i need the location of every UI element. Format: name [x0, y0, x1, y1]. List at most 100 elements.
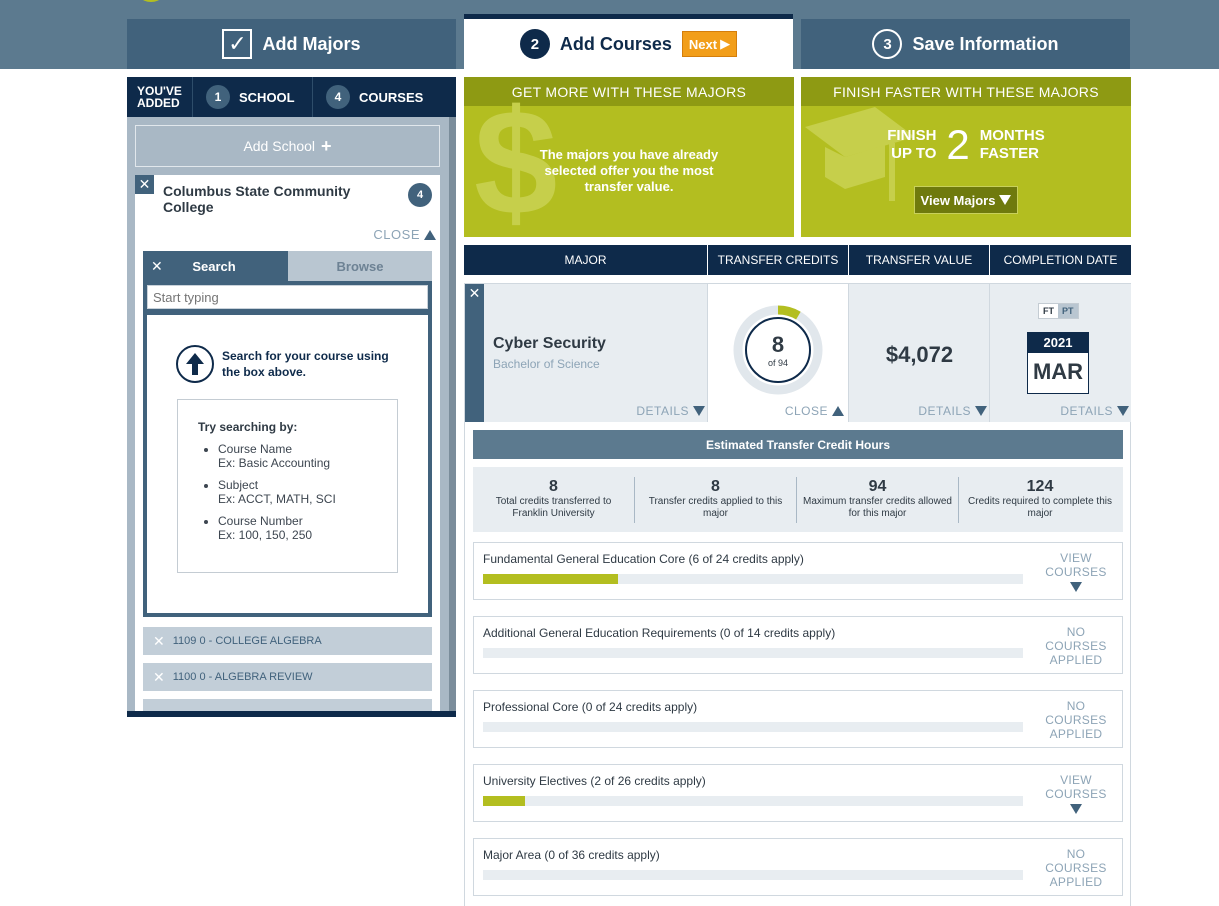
arrow-up-icon [176, 345, 214, 383]
requirement-row: Professional Core (0 of 24 credits apply… [473, 690, 1123, 748]
no-courses-status: NO COURSES APPLIED [1045, 699, 1107, 741]
col-major: MAJOR [464, 245, 708, 275]
search-tip: Course NameEx: Basic Accounting [218, 442, 397, 470]
check-icon: ✓ [222, 29, 253, 59]
transfer-value: $4,072 [885, 342, 954, 367]
major-details-link[interactable]: DETAILS [636, 404, 705, 418]
close-label: CLOSE [373, 227, 420, 242]
finish-faster-summary: FINISH UP TO 2 MONTHS FASTER [887, 121, 1045, 168]
caret-down-icon [693, 406, 705, 416]
ft-pt-toggle[interactable]: FT PT [1038, 303, 1079, 319]
requirement-row: University Electives (2 of 26 credits ap… [473, 764, 1123, 822]
col-transfer-credits: TRANSFER CREDITS [708, 245, 849, 275]
close-school-link[interactable]: CLOSE [373, 227, 436, 242]
requirement-row: Major Area (0 of 36 credits apply) NO CO… [473, 838, 1123, 896]
credits-max: of 94 [767, 358, 789, 368]
course-item[interactable]: ✕ 1100 0 - ALGEBRA REVIEW [143, 663, 432, 691]
calendar-icon: 2021 MAR [1027, 332, 1089, 394]
step-number: 3 [872, 29, 903, 59]
credits-close-link[interactable]: CLOSE [785, 404, 844, 418]
requirement-progress-fill [483, 796, 525, 806]
course-search-input[interactable] [147, 285, 428, 309]
stat-item: 124 Credits required to complete this maj… [968, 477, 1112, 519]
course-item[interactable]: ✕ 1109 0 - COLLEGE ALGEBRA [143, 627, 432, 655]
credits-ring: 8 of 94 [732, 304, 824, 396]
more-value-promo: GET MORE WITH THESE MAJORS $ The majors … [464, 77, 794, 237]
col-completion-date: COMPLETION DATE [1003, 253, 1118, 267]
caret-down-icon [1070, 582, 1082, 592]
completion-cell: FT PT 2021 MAR DETAILS [990, 284, 1131, 422]
requirement-progress [483, 648, 1023, 658]
major-row: ✕ Cyber Security Bachelor of Science DET… [464, 283, 1131, 423]
completion-year: 2021 [1028, 333, 1088, 353]
view-majors-button[interactable]: View Majors [914, 186, 1018, 214]
tab-browse[interactable]: Browse [288, 251, 432, 281]
requirement-progress [483, 574, 1023, 584]
next-label: Next [688, 36, 718, 52]
search-hint: Search for your course using the box abo… [222, 349, 389, 379]
step-save-information[interactable]: 3 Save Information [801, 19, 1130, 69]
add-school-button[interactable]: Add School + [135, 125, 440, 167]
tab-search-label: Search [192, 258, 236, 274]
added-school-tab[interactable]: 1 SCHOOL [193, 77, 313, 117]
remove-course-icon[interactable]: ✕ [153, 669, 165, 686]
added-summary-bar: YOU'VE ADDED 1 SCHOOL 4 COURSES [127, 77, 456, 117]
search-tips-list: Course NameEx: Basic Accounting SubjectE… [198, 442, 397, 542]
majors-table-header: MAJOR TRANSFER CREDITS TRANSFER VALUE CO… [464, 245, 1131, 275]
step-add-courses-label: Add Courses [559, 33, 672, 54]
stat-item: 8 Total credits transferred to Franklin U… [473, 476, 635, 523]
step-add-majors[interactable]: ✓ Add Majors [127, 19, 456, 69]
added-courses-tab[interactable]: 4 COURSES [313, 77, 453, 117]
close-icon[interactable]: ✕ [151, 258, 163, 275]
school-count-badge: 1 [206, 85, 230, 109]
scrollbar[interactable] [449, 117, 456, 711]
no-courses-status: NO COURSES APPLIED [1045, 625, 1107, 667]
course-label: 1109 0 - COLLEGE ALGEBRA [172, 635, 322, 647]
added-title: YOU'VE ADDED [127, 77, 193, 117]
caret-up-icon [424, 229, 436, 240]
requirement-row: Fundamental General Education Core (6 of… [473, 542, 1123, 600]
add-school-label: Add School [243, 138, 316, 154]
play-icon: ▶ [720, 36, 731, 51]
courses-label: COURSES [359, 89, 424, 105]
requirement-progress [483, 722, 1023, 732]
value-details-link[interactable]: DETAILS [918, 404, 987, 418]
transfer-value-cell: $4,072 DETAILS [849, 284, 990, 422]
search-tips-title: Try searching by: [198, 420, 298, 434]
caret-up-icon [832, 406, 844, 416]
major-name: Cyber Security [493, 335, 606, 352]
requirement-title: University Electives (2 of 26 credits ap… [483, 774, 706, 788]
full-time-option[interactable]: FT [1039, 304, 1058, 318]
transfer-credits-cell: 8 of 94 CLOSE [708, 284, 849, 422]
remove-course-icon[interactable]: ✕ [153, 633, 165, 650]
remove-school-icon[interactable]: ✕ [135, 175, 154, 194]
caret-down-icon [1070, 804, 1082, 814]
next-button[interactable]: Next ▶ [681, 31, 738, 57]
requirement-row: Additional General Education Requirement… [473, 616, 1123, 674]
step-add-courses[interactable]: 2 Add Courses Next ▶ [464, 14, 793, 69]
school-card: ✕ Columbus State Community College 4 CLO… [135, 175, 440, 711]
requirement-title: Fundamental General Education Core (6 of… [483, 552, 804, 566]
view-courses-link[interactable]: VIEW COURSES [1044, 551, 1108, 592]
completion-details-link[interactable]: DETAILS [1060, 404, 1129, 418]
school-label: SCHOOL [239, 89, 295, 105]
step-number: 2 [519, 29, 550, 59]
credits-value: 8 [771, 332, 785, 357]
finish-faster-promo: FINISH FASTER WITH THESE MAJORS FINISH UP… [801, 77, 1131, 237]
tab-search[interactable]: ✕ Search [143, 251, 285, 281]
major-degree: Bachelor of Science [493, 357, 600, 371]
view-courses-link[interactable]: VIEW COURSES [1044, 773, 1108, 814]
credit-details-panel: Estimated Transfer Credit Hours 8 Total c… [464, 422, 1131, 906]
major-cell: ✕ Cyber Security Bachelor of Science DET… [465, 284, 708, 422]
course-item-partial[interactable] [143, 699, 432, 711]
caret-down-icon [975, 406, 987, 416]
step-add-majors-label: Add Majors [262, 33, 361, 54]
remove-major-icon[interactable]: ✕ [465, 284, 484, 422]
scrollbar-thumb[interactable] [449, 117, 456, 711]
credit-stats: 8 Total credits transferred to Franklin U… [473, 467, 1123, 532]
plus-icon: + [321, 135, 332, 156]
months-faster-number: 2 [946, 121, 970, 168]
requirement-progress [483, 796, 1023, 806]
requirement-title: Additional General Education Requirement… [483, 626, 836, 640]
part-time-option[interactable]: PT [1058, 304, 1078, 318]
